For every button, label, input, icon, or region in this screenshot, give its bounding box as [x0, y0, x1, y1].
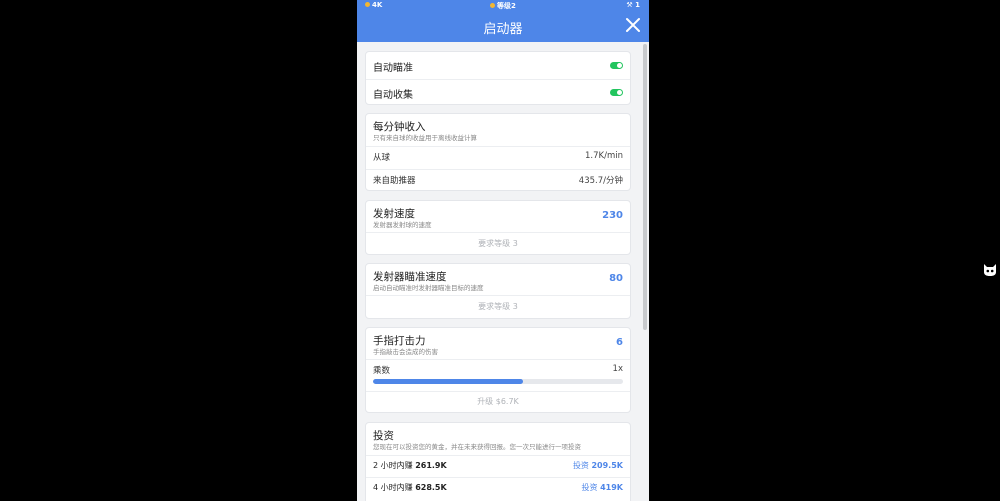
- invest-cost: 209.5K: [591, 461, 623, 470]
- upgrade-button[interactable]: 升级 $6.7K: [366, 396, 630, 407]
- multiplier-value: 1x: [612, 364, 623, 374]
- invest-card: 投资 您现在可以投资您的黄金，并在未来获得回报。您一次只能进行一项投资 2 小时…: [365, 422, 631, 501]
- invest-option-2h: 2 小时内赚 261.9K: [373, 460, 447, 471]
- invest-earn: 628.5K: [415, 483, 447, 492]
- gem-counter: ⚒ 1: [626, 1, 640, 9]
- scrollbar[interactable]: [643, 44, 647, 330]
- income-card: 每分钟收入 只有来自球的收益用于离线收益计算 从球 1.7K/min 来自助推器…: [365, 113, 631, 191]
- level-indicator: 等级2: [490, 1, 516, 11]
- tap-power-subtitle: 手指敲击会造成的伤害: [373, 348, 438, 356]
- cat-icon[interactable]: [982, 261, 998, 277]
- income-booster-value: 435.7/分钟: [578, 176, 623, 186]
- invest-action: 投资: [572, 461, 589, 470]
- invest-duration: 2 小时内赚: [373, 461, 413, 470]
- invest-button-4h[interactable]: 投资 419K: [582, 482, 623, 493]
- invest-cost: 419K: [600, 483, 623, 492]
- divider: [366, 391, 630, 392]
- gold-amount: 4K: [372, 1, 383, 9]
- launch-speed-requirement: 要求等级 3: [478, 239, 518, 248]
- tap-power-card: 手指打击力 手指敲击会造成的伤害 6 乘数 1x 升级 $6.7K: [365, 327, 631, 413]
- auto-aim-toggle[interactable]: [610, 62, 623, 69]
- gold-counter: 4K: [365, 1, 382, 9]
- invest-duration: 4 小时内赚: [373, 483, 413, 492]
- divider: [366, 146, 630, 147]
- gem-icon: ⚒: [626, 1, 636, 9]
- toggles-card: 自动瞄准 自动收集: [365, 51, 631, 105]
- income-balls-label: 从球: [373, 153, 391, 163]
- coin-icon: [365, 2, 370, 7]
- divider: [366, 169, 630, 170]
- income-balls-value: 1.7K/min: [585, 151, 623, 161]
- scroll-content[interactable]: 自动瞄准 自动收集 每分钟收入 只有来自球的收益用于离线收益计算 从球 1.7K…: [357, 42, 649, 501]
- divider: [366, 477, 630, 478]
- divider: [366, 232, 630, 233]
- income-subtitle: 只有来自球的收益用于离线收益计算: [373, 134, 477, 142]
- aim-speed-value: 80: [609, 273, 623, 284]
- launcher-panel: 4K 等级2 ⚒ 1 启动器 自动瞄准 自动收集 每分钟收入 只有来自球的收益用…: [357, 0, 649, 501]
- divider: [366, 455, 630, 456]
- multiplier-progress-fill: [373, 379, 523, 384]
- level-label: 等级2: [497, 2, 516, 10]
- auto-collect-row[interactable]: 自动收集: [366, 79, 630, 106]
- auto-collect-toggle[interactable]: [610, 89, 623, 96]
- aim-speed-card: 发射器瞄准速度 启动自动瞄准时发射器瞄准目标的速度 80 要求等级 3: [365, 263, 631, 319]
- multiplier-label: 乘数: [373, 366, 391, 376]
- close-icon[interactable]: [625, 17, 641, 33]
- launch-speed-value: 230: [602, 210, 623, 221]
- page-title: 启动器: [483, 22, 523, 37]
- tap-power-value: 6: [616, 337, 623, 348]
- auto-collect-label: 自动收集: [373, 90, 413, 101]
- divider: [366, 359, 630, 360]
- invest-action: 投资: [581, 483, 598, 492]
- header: 启动器: [357, 11, 649, 42]
- income-booster-label: 来自助推器: [373, 176, 416, 186]
- status-bar: 4K 等级2 ⚒ 1: [357, 0, 649, 11]
- aim-speed-requirement: 要求等级 3: [478, 302, 518, 311]
- divider: [366, 295, 630, 296]
- invest-earn: 261.9K: [415, 461, 447, 470]
- aim-speed-subtitle: 启动自动瞄准时发射器瞄准目标的速度: [373, 284, 484, 292]
- invest-subtitle: 您现在可以投资您的黄金，并在未来获得回报。您一次只能进行一项投资: [373, 443, 581, 451]
- auto-aim-label: 自动瞄准: [373, 63, 413, 74]
- invest-button-2h[interactable]: 投资 209.5K: [573, 460, 623, 471]
- launch-speed-subtitle: 发射器发射球的速度: [373, 221, 432, 229]
- launch-speed-card: 发射速度 发射器发射球的速度 230 要求等级 3: [365, 200, 631, 255]
- gem-amount: 1: [635, 1, 640, 9]
- auto-aim-row[interactable]: 自动瞄准: [366, 52, 630, 79]
- level-icon: [490, 3, 495, 8]
- multiplier-progress-bar: [373, 379, 623, 384]
- invest-option-4h: 4 小时内赚 628.5K: [373, 482, 447, 493]
